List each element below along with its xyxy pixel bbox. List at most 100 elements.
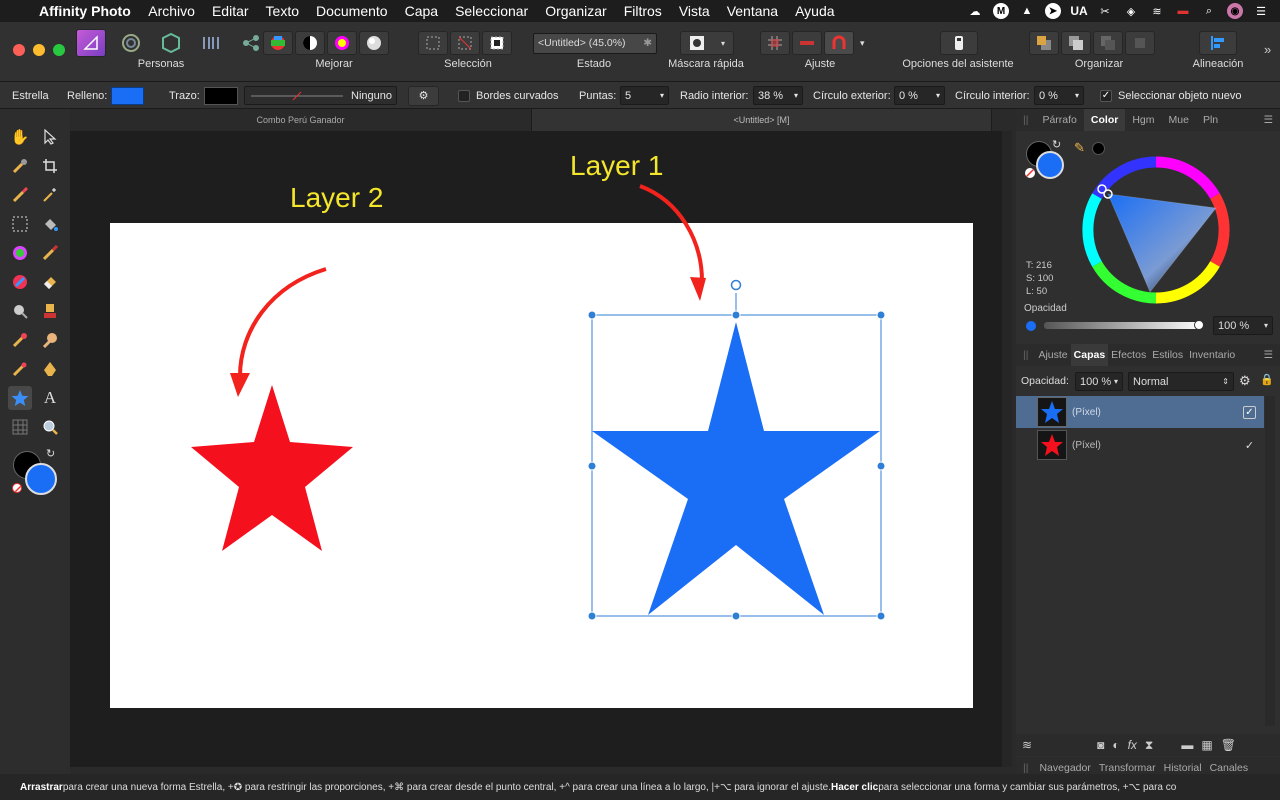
m-status-icon[interactable]: M <box>990 2 1012 20</box>
outer-circle-input[interactable]: 0 % ▾ <box>894 86 945 105</box>
align-left-icon[interactable] <box>1199 31 1237 55</box>
menu-filtros[interactable]: Filtros <box>615 3 670 19</box>
inpainting-brush-tool-icon[interactable] <box>8 357 32 381</box>
menu-seleccionar[interactable]: Seleccionar <box>447 3 537 19</box>
secondary-color-well[interactable] <box>25 463 57 495</box>
eraser-tool-icon[interactable] <box>38 270 62 294</box>
blend-mode-selector[interactable]: Normal ⇕ <box>1128 372 1234 391</box>
input-language[interactable]: UA <box>1068 2 1090 20</box>
menu-organizar[interactable]: Organizar <box>537 3 615 19</box>
vertical-scrollbar[interactable] <box>1002 131 1012 767</box>
menu-editar[interactable]: Editar <box>203 3 257 19</box>
wifi-icon[interactable]: ≋ <box>1146 2 1168 20</box>
fill-swatch[interactable] <box>111 86 144 105</box>
hsl-color-wheel[interactable] <box>1078 152 1234 308</box>
tab-navegador[interactable]: Navegador <box>1035 762 1094 774</box>
marquee-tool-icon[interactable] <box>8 212 32 236</box>
control-center-icon[interactable]: ☰ <box>1250 2 1272 20</box>
inner-circle-input[interactable]: 0 % ▾ <box>1034 86 1084 105</box>
auto-white-balance-icon[interactable] <box>359 31 389 55</box>
panel-grip-icon[interactable]: || <box>1016 762 1035 774</box>
dodge-tool-icon[interactable] <box>8 299 32 323</box>
layer-row-red-star[interactable]: (Píxel) ✓ <box>1016 429 1264 461</box>
adjustment-layer-icon[interactable]: ◐ <box>1112 738 1119 752</box>
search-icon[interactable]: ⌕ <box>1198 2 1220 20</box>
deselect-icon[interactable] <box>450 31 480 55</box>
blue-star-shape[interactable] <box>592 322 880 615</box>
tab-historial[interactable]: Historial <box>1160 762 1206 774</box>
lock-icon[interactable]: 🔒 <box>1260 373 1274 386</box>
pixel-layer-icon[interactable]: ▦ <box>1201 738 1212 752</box>
panel-menu-icon[interactable]: ☰ <box>1257 114 1280 126</box>
close-window-button[interactable] <box>13 44 25 56</box>
no-color-icon[interactable] <box>12 483 22 493</box>
color-picker-tool-icon[interactable] <box>8 154 32 178</box>
opacity-slider-thumb[interactable] <box>1194 320 1204 330</box>
delete-layer-trash-icon[interactable]: 🗑 <box>1221 738 1236 752</box>
toolbar-overflow-icon[interactable]: » <box>1264 42 1271 57</box>
auto-contrast-icon[interactable] <box>295 31 325 55</box>
pen-tool-icon[interactable] <box>38 357 62 381</box>
layer-settings-gear-icon[interactable]: ⚙ <box>1239 373 1251 389</box>
cloud-icon[interactable]: ☁ <box>964 2 986 20</box>
snap-guides-icon[interactable] <box>792 31 822 55</box>
select-all-icon[interactable] <box>418 31 448 55</box>
quick-mask-button[interactable]: ▾ <box>680 31 734 55</box>
tab-combo-peru-ganador[interactable]: Combo Perú Ganador <box>70 109 532 131</box>
handle-top-middle[interactable] <box>731 310 741 320</box>
move-forward-one-icon[interactable] <box>1093 31 1123 55</box>
app-menu[interactable]: Affinity Photo <box>30 3 140 19</box>
handle-bottom-right[interactable] <box>876 611 886 621</box>
layer-opacity-input[interactable]: 100 % ▾ <box>1075 372 1123 391</box>
zoom-window-button[interactable] <box>53 44 65 56</box>
opacity-slider[interactable] <box>1044 322 1202 329</box>
tab-canales[interactable]: Canales <box>1206 762 1253 774</box>
star-shape-tool-icon[interactable] <box>8 386 32 410</box>
curved-edges-checkbox[interactable] <box>458 89 470 102</box>
panel-menu-icon[interactable]: ☰ <box>1257 349 1280 361</box>
handle-middle-right[interactable] <box>876 461 886 471</box>
handle-bottom-middle[interactable] <box>731 611 741 621</box>
invert-selection-icon[interactable] <box>482 31 512 55</box>
menu-ventana[interactable]: Ventana <box>718 3 786 19</box>
menu-archivo[interactable]: Archivo <box>140 3 204 19</box>
canvas-area[interactable]: Layer 1 Layer 2 <box>70 131 1002 767</box>
layer-row-blue-star[interactable]: (Píxel) ✓ <box>1016 396 1264 428</box>
move-tool-icon[interactable] <box>38 125 62 149</box>
tab-capas[interactable]: Capas <box>1070 344 1109 366</box>
view-tool-hand-icon[interactable]: ✋ <box>8 125 32 149</box>
layer-scrollbar[interactable] <box>1265 396 1275 726</box>
scissors-icon[interactable]: ✂ <box>1094 2 1116 20</box>
layer-visibility-checkbox[interactable]: ✓ <box>1243 405 1256 419</box>
clone-tool-icon[interactable] <box>38 299 62 323</box>
mesh-warp-tool-icon[interactable] <box>8 415 32 439</box>
stroke-swatch[interactable] <box>204 86 238 105</box>
selection-brush-tool-icon[interactable] <box>8 183 32 207</box>
assistant-options-icon[interactable] <box>940 31 978 55</box>
inner-radius-input[interactable]: 38 % ▾ <box>753 86 803 105</box>
siri-icon[interactable]: ◉ <box>1224 2 1246 20</box>
export-persona-icon[interactable] <box>236 31 266 55</box>
menu-capa[interactable]: Capa <box>396 3 446 19</box>
crop-tool-icon[interactable] <box>38 154 62 178</box>
live-filter-icon[interactable]: ⧗ <box>1145 738 1153 753</box>
flood-fill-tool-icon[interactable] <box>38 212 62 236</box>
develop-persona-icon[interactable] <box>156 31 186 55</box>
menu-texto[interactable]: Texto <box>257 3 307 19</box>
gradient-tool-icon[interactable] <box>8 241 32 265</box>
layer-visibility-checkbox[interactable]: ✓ <box>1243 439 1256 452</box>
red-star-shape[interactable] <box>191 385 353 551</box>
healing-tool-icon[interactable] <box>8 328 32 352</box>
handle-bottom-left[interactable] <box>587 611 597 621</box>
paint-brush-tool-icon[interactable] <box>38 241 62 265</box>
panel-grip-icon[interactable]: || <box>1016 114 1035 126</box>
cube-icon[interactable]: ◈ <box>1120 2 1142 20</box>
menu-vista[interactable]: Vista <box>670 3 718 19</box>
drive-icon[interactable]: ▲ <box>1016 2 1038 20</box>
text-tool-icon[interactable]: A <box>38 386 62 410</box>
move-to-front-icon[interactable] <box>1125 31 1155 55</box>
select-new-object-checkbox[interactable]: ✓ <box>1100 89 1112 102</box>
tab-transformar[interactable]: Transformar <box>1095 762 1160 774</box>
auto-colors-icon[interactable] <box>327 31 357 55</box>
document-state-selector[interactable]: <Untitled> (45.0%) ✱ <box>533 32 657 54</box>
